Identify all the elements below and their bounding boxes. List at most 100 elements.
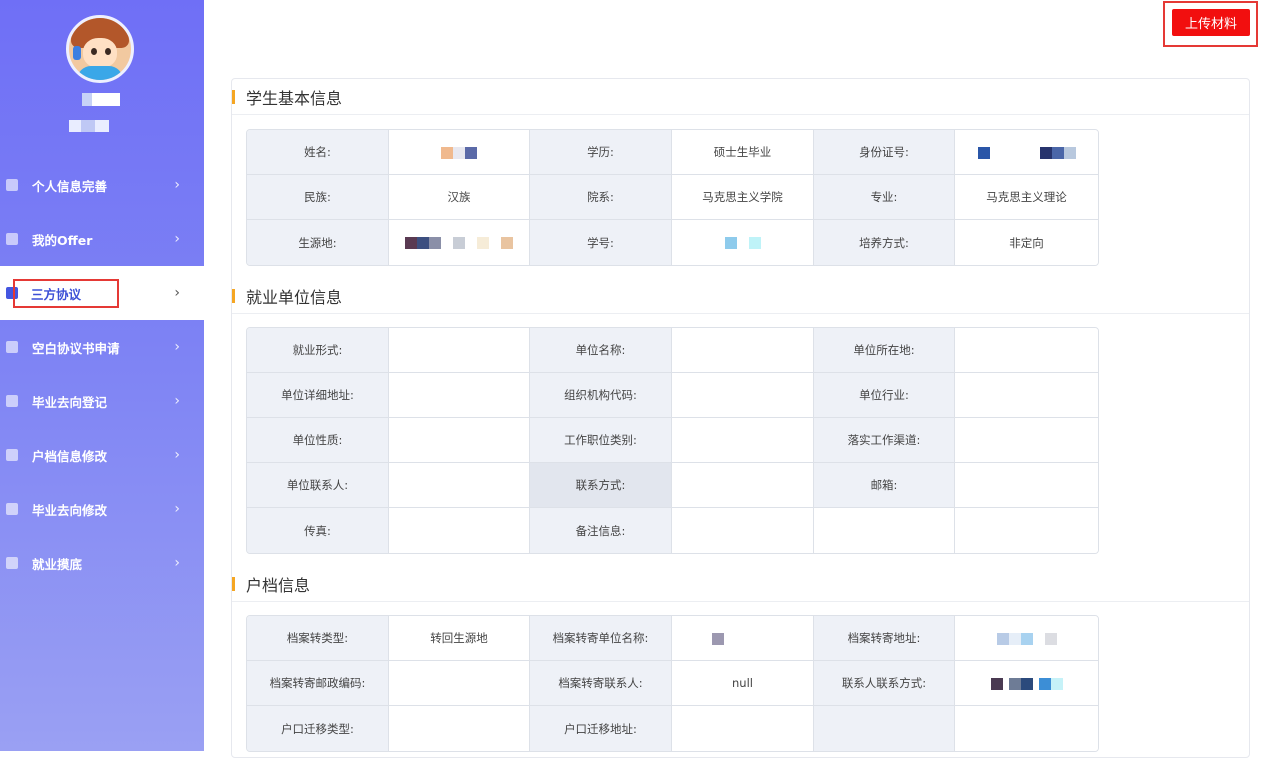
value-student-id-redacted [672, 220, 814, 265]
sidebar-item-label: 毕业去向登记 [32, 394, 108, 410]
label-training-mode: 培养方式: [814, 220, 955, 265]
table-row: 民族: 汉族 院系: 马克思主义学院 专业: 马克思主义理论 [247, 175, 1098, 220]
empty-cell [814, 706, 955, 751]
chevron-right-icon: › [174, 555, 180, 571]
table-row: 户口迁移类型: 户口迁移地址: [247, 706, 1098, 751]
value-hukou-type [389, 706, 530, 751]
grid-icon [6, 341, 18, 353]
label-student-id: 学号: [530, 220, 672, 265]
label-employer-nature: 单位性质: [247, 418, 389, 463]
sidebar-item-label: 就业摸底 [32, 556, 83, 572]
section-title-employer: 就业单位信息 [232, 278, 1249, 314]
value-industry[interactable] [955, 373, 1098, 418]
value-org-code[interactable] [672, 373, 814, 418]
archive-info-table: 档案转类型: 转回生源地 档案转寄单位名称: 档案转寄地址: 档案转寄邮政编码:… [246, 615, 1099, 752]
value-job-channel[interactable] [955, 418, 1098, 463]
table-row: 传真: 备注信息: [247, 508, 1098, 553]
value-archive-contact: null [672, 661, 814, 706]
label-major: 专业: [814, 175, 955, 220]
avatar [66, 15, 134, 83]
label-origin: 生源地: [247, 220, 389, 265]
student-info-table: 姓名: 学历: 硕士生毕业 身份证号: 民族: 汉族 院系: 马克思主义学院 专… [246, 129, 1099, 266]
section-title-student: 学生基本信息 [232, 79, 1249, 115]
value-contact-method[interactable] [672, 463, 814, 508]
label-job-channel: 落实工作渠道: [814, 418, 955, 463]
label-hukou-type: 户口迁移类型: [247, 706, 389, 751]
value-training-mode: 非定向 [955, 220, 1098, 265]
label-id-number: 身份证号: [814, 130, 955, 175]
sidebar-item-archive-edit[interactable]: 户档信息修改 › [0, 428, 204, 482]
empty-cell [955, 508, 1098, 553]
value-id-number-redacted [955, 130, 1098, 175]
sidebar-item-destination-register[interactable]: 毕业去向登记 › [0, 374, 204, 428]
label-contact-method: 联系方式: [530, 463, 672, 508]
value-department: 马克思主义学院 [672, 175, 814, 220]
section-title-archive: 户档信息 [232, 566, 1249, 602]
sidebar-item-destination-edit[interactable]: 毕业去向修改 › [0, 482, 204, 536]
value-employer-nature[interactable] [389, 418, 530, 463]
sidebar-item-label: 个人信息完善 [32, 178, 108, 194]
table-row: 档案转类型: 转回生源地 档案转寄单位名称: 档案转寄地址: [247, 616, 1098, 661]
label-archive-type: 档案转类型: [247, 616, 389, 661]
value-contact-phone-redacted [955, 661, 1098, 706]
table-row: 姓名: 学历: 硕士生毕业 身份证号: [247, 130, 1098, 175]
value-contact-person[interactable] [389, 463, 530, 508]
empty-cell [814, 508, 955, 553]
table-row: 就业形式: 单位名称: 单位所在地: [247, 328, 1098, 373]
document-icon [6, 233, 18, 245]
label-archive-contact: 档案转寄联系人: [530, 661, 672, 706]
value-major: 马克思主义理论 [955, 175, 1098, 220]
value-education: 硕士生毕业 [672, 130, 814, 175]
sidebar-item-personal-info[interactable]: 个人信息完善 › [0, 158, 204, 212]
chevron-right-icon: › [174, 393, 180, 409]
value-hukou-address [672, 706, 814, 751]
sidebar-item-my-offer[interactable]: 我的Offer › [0, 212, 204, 266]
label-contact-person: 单位联系人: [247, 463, 389, 508]
cloud-icon [6, 449, 18, 461]
value-email[interactable] [955, 463, 1098, 508]
label-industry: 单位行业: [814, 373, 955, 418]
empty-cell [955, 706, 1098, 751]
value-origin-redacted [389, 220, 530, 265]
user-id-redacted [69, 120, 109, 132]
label-employment-form: 就业形式: [247, 328, 389, 373]
value-archive-unit-redacted [672, 616, 814, 661]
chevron-right-icon: › [174, 501, 180, 517]
user-icon [6, 179, 18, 191]
value-employer-name[interactable] [672, 328, 814, 373]
label-education: 学历: [530, 130, 672, 175]
label-archive-postcode: 档案转寄邮政编码: [247, 661, 389, 706]
value-ethnicity: 汉族 [389, 175, 530, 220]
upload-materials-button[interactable]: 上传材料 [1172, 9, 1250, 36]
label-remarks: 备注信息: [530, 508, 672, 553]
value-employment-form[interactable] [389, 328, 530, 373]
label-archive-address: 档案转寄地址: [814, 616, 955, 661]
value-fax[interactable] [389, 508, 530, 553]
value-employer-address[interactable] [389, 373, 530, 418]
user-name-redacted [82, 93, 120, 106]
label-employer-name: 单位名称: [530, 328, 672, 373]
value-employer-location[interactable] [955, 328, 1098, 373]
grid-icon [6, 395, 18, 407]
value-archive-address-redacted [955, 616, 1098, 661]
label-ethnicity: 民族: [247, 175, 389, 220]
sidebar-item-label: 我的Offer [32, 232, 93, 248]
value-archive-postcode [389, 661, 530, 706]
sidebar-item-employment-survey[interactable]: 就业摸底 › [0, 536, 204, 590]
sidebar-item-blank-agreement[interactable]: 空白协议书申请 › [0, 320, 204, 374]
label-job-category: 工作职位类别: [530, 418, 672, 463]
table-row: 单位联系人: 联系方式: 邮箱: [247, 463, 1098, 508]
chevron-right-icon: › [174, 285, 180, 301]
sidebar-item-tripartite-agreement[interactable]: 三方协议 › [0, 266, 204, 320]
value-archive-type: 转回生源地 [389, 616, 530, 661]
table-row: 生源地: 学号: 培养方式: 非定向 [247, 220, 1098, 265]
value-remarks[interactable] [672, 508, 814, 553]
table-row: 单位性质: 工作职位类别: 落实工作渠道: [247, 418, 1098, 463]
sidebar: 个人信息完善 › 我的Offer › 三方协议 › 空白协议书申请 › 毕业去向… [0, 0, 204, 751]
sidebar-item-label: 空白协议书申请 [32, 340, 120, 356]
content-card: 学生基本信息 姓名: 学历: 硕士生毕业 身份证号: 民族: 汉族 院系: 马克… [231, 78, 1250, 758]
label-contact-phone: 联系人联系方式: [814, 661, 955, 706]
value-name-redacted [389, 130, 530, 175]
value-job-category[interactable] [672, 418, 814, 463]
document-icon [6, 557, 18, 569]
